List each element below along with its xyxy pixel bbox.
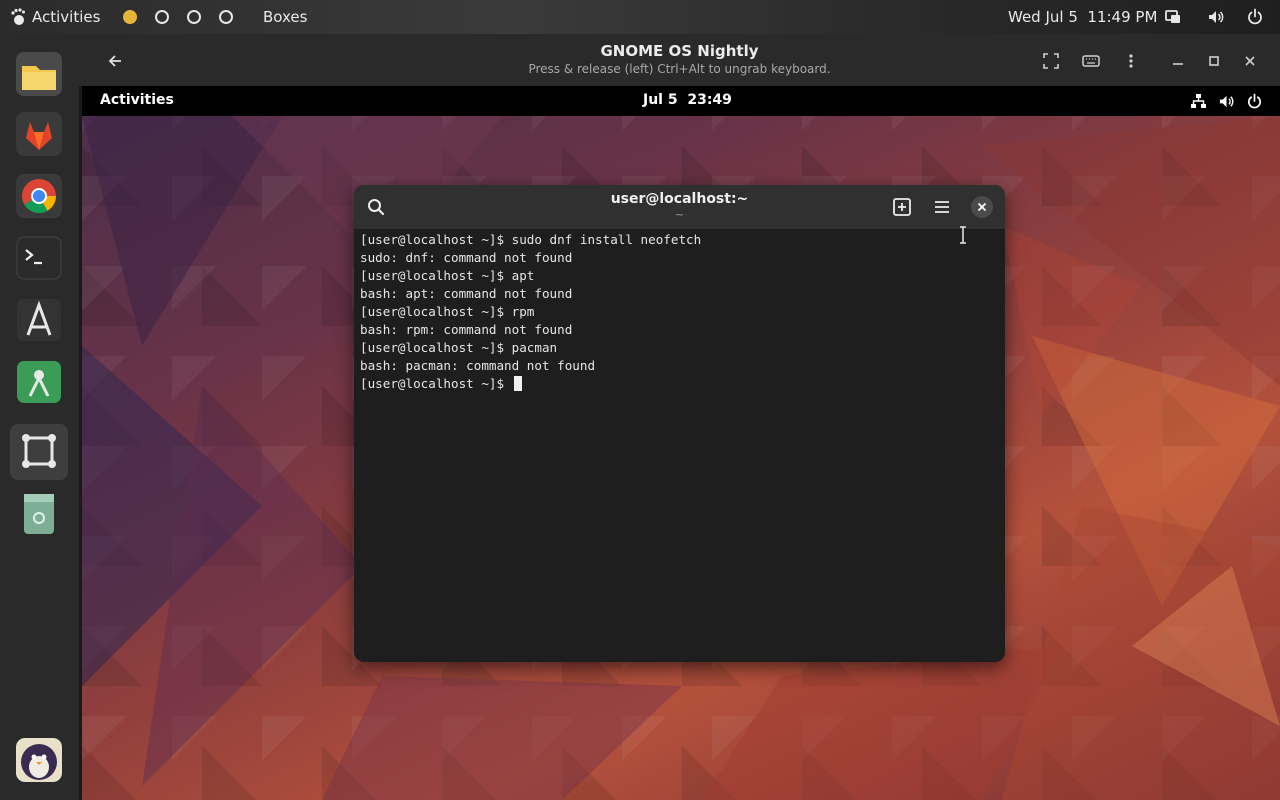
clock[interactable]: Wed Jul 5 11:49 PM xyxy=(1008,0,1157,34)
dock-trash-icon[interactable] xyxy=(14,490,64,538)
guest-power-icon[interactable] xyxy=(1246,93,1263,110)
text-cursor xyxy=(513,376,522,391)
dock-penguin-icon[interactable] xyxy=(14,736,64,784)
guest-top-bar: Activities Jul 5 23:49 xyxy=(82,86,1280,116)
terminal-line: bash: apt: command not found xyxy=(360,286,573,301)
ibeam-cursor-icon xyxy=(960,226,966,244)
dock-terminal-icon[interactable] xyxy=(14,234,64,282)
app-menu-label[interactable]: Boxes xyxy=(263,0,307,34)
workspace-dot-3[interactable] xyxy=(187,10,201,24)
power-icon[interactable] xyxy=(1246,8,1264,26)
dock-boxes-icon[interactable] xyxy=(10,424,68,480)
terminal-window[interactable]: user@localhost:~ ~ [user@localhost ~]$ s… xyxy=(354,185,1005,662)
dock-chrome-icon[interactable] xyxy=(14,172,64,220)
host-top-bar: Activities Boxes Wed Jul 5 11:49 PM xyxy=(0,0,1280,34)
network-icon[interactable] xyxy=(1190,93,1207,110)
terminal-header-bar[interactable]: user@localhost:~ ~ xyxy=(354,185,1005,230)
guest-clock[interactable]: Jul 5 23:49 xyxy=(643,92,732,108)
boxes-header-bar: GNOME OS Nightly Press & release (left) … xyxy=(79,34,1280,86)
terminal-prompt-line[interactable]: [user@localhost ~]$ xyxy=(360,375,990,393)
fullscreen-icon[interactable] xyxy=(1040,50,1062,72)
terminal-line: [user@localhost ~]$ apt xyxy=(360,268,535,283)
dock xyxy=(0,34,79,800)
terminal-line: [user@localhost ~]$ sudo dnf install neo… xyxy=(360,232,702,247)
minimize-icon[interactable] xyxy=(1167,50,1189,72)
gnome-foot-icon xyxy=(11,8,25,25)
keyboard-icon[interactable] xyxy=(1080,50,1102,72)
volume-icon[interactable] xyxy=(1207,8,1225,26)
close-window-icon[interactable] xyxy=(1239,50,1261,72)
terminal-line: [user@localhost ~]$ pacman xyxy=(360,340,558,355)
workspace-dot-2[interactable] xyxy=(155,10,169,24)
menu-dots-icon[interactable] xyxy=(1120,50,1142,72)
close-terminal-icon[interactable] xyxy=(971,196,993,218)
new-tab-icon[interactable] xyxy=(891,196,913,218)
terminal-line: bash: rpm: command not found xyxy=(360,322,573,337)
maximize-icon[interactable] xyxy=(1203,50,1225,72)
dock-gitlab-icon[interactable] xyxy=(14,110,64,158)
terminal-line: sudo: dnf: command not found xyxy=(360,250,573,265)
guest-volume-icon[interactable] xyxy=(1218,93,1235,110)
activities-label: Activities xyxy=(32,8,101,26)
dock-software-icon[interactable] xyxy=(14,296,64,344)
terminal-line: [user@localhost ~]$ rpm xyxy=(360,304,535,319)
guest-display[interactable]: Activities Jul 5 23:49 user@localhost:~ … xyxy=(82,86,1280,800)
terminal-line: bash: pacman: command not found xyxy=(360,358,596,373)
dock-files-icon[interactable] xyxy=(14,50,64,98)
guest-activities-button[interactable]: Activities xyxy=(100,92,174,108)
screen-share-icon[interactable] xyxy=(1164,8,1182,26)
dock-builder-icon[interactable] xyxy=(14,358,64,406)
terminal-prompt: [user@localhost ~]$ xyxy=(360,376,512,391)
workspace-dot-4[interactable] xyxy=(219,10,233,24)
hamburger-menu-icon[interactable] xyxy=(931,196,953,218)
terminal-output[interactable]: [user@localhost ~]$ sudo dnf install neo… xyxy=(360,231,990,393)
workspace-dot-1[interactable] xyxy=(123,10,137,24)
